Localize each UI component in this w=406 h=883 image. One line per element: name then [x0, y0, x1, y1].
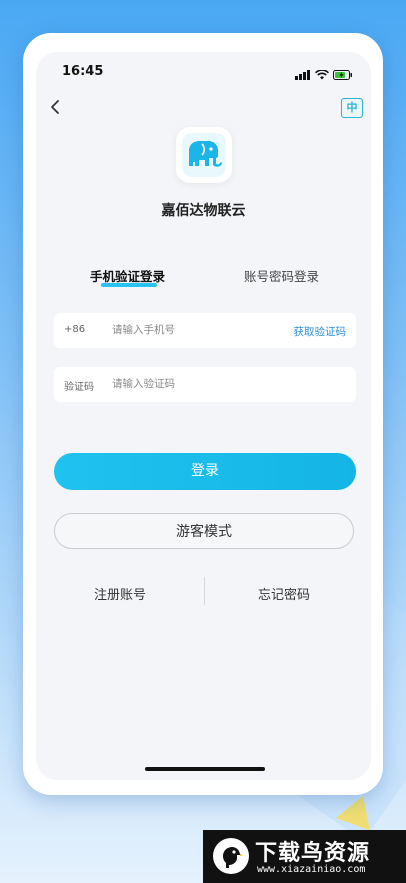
chevron-left-icon [51, 100, 59, 114]
phone-field: +86 获取验证码 [54, 313, 356, 348]
app-name: 嘉佰达物联云 [161, 203, 246, 219]
phone-input[interactable] [112, 319, 272, 341]
divider [204, 577, 205, 605]
guest-mode-button[interactable]: 游客模式 [54, 513, 354, 549]
login-button[interactable]: 登录 [54, 453, 356, 490]
back-button[interactable] [48, 98, 64, 116]
bird-icon [213, 838, 249, 874]
app-logo [176, 127, 232, 183]
watermark-title: 下载鸟资源 [255, 841, 371, 866]
signal-icon [295, 65, 311, 84]
status-icons [295, 65, 353, 84]
elephant-icon [182, 133, 226, 177]
verification-code-label: 验证码 [64, 382, 94, 393]
verification-code-field: 验证码 [54, 367, 356, 402]
forgot-password-link[interactable]: 忘记密码 [258, 584, 310, 603]
active-tab-indicator [101, 283, 157, 287]
language-toggle-button[interactable]: 中 [341, 98, 363, 118]
battery-charging-icon [333, 65, 353, 84]
get-code-button[interactable]: 获取验证码 [294, 324, 347, 339]
tab-account-login[interactable]: 账号密码登录 [244, 266, 319, 285]
watermark-banner: 下载鸟资源 www.xiazainiao.com [203, 830, 406, 883]
home-indicator [145, 767, 265, 771]
app-screen: 16:45 中 嘉佰达物联云 手机验证登录 账号密码登录 +86 请输入手机号 … [36, 52, 371, 780]
status-time: 16:45 [62, 64, 104, 79]
country-code-prefix[interactable]: +86 [64, 324, 85, 335]
watermark-url: www.xiazainiao.com [257, 864, 366, 875]
register-link[interactable]: 注册账号 [94, 584, 146, 603]
verification-code-input[interactable] [112, 373, 272, 395]
wifi-icon [315, 65, 329, 84]
